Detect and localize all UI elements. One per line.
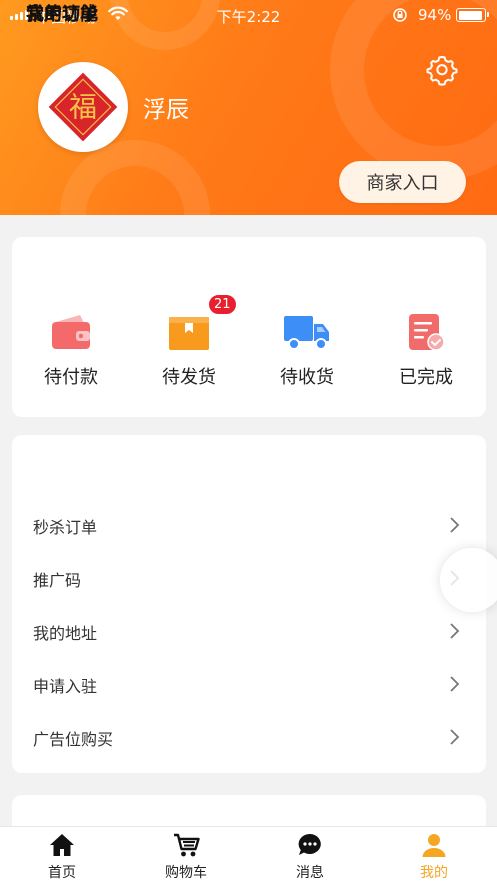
tab-me[interactable]: 我的 <box>372 827 496 883</box>
settings-gear-icon[interactable] <box>425 52 459 86</box>
truck-icon <box>284 312 329 352</box>
order-pending-payment[interactable]: 待付款 <box>16 310 126 390</box>
cart-icon <box>173 832 200 858</box>
tab-messages[interactable]: 消息 <box>248 827 372 883</box>
completed-document-icon <box>405 312 447 352</box>
wallet-icon <box>50 312 92 352</box>
chevron-right-icon <box>447 516 461 534</box>
tab-label: 购物车 <box>165 865 207 881</box>
function-item-my-address[interactable]: 我的地址 <box>12 604 486 657</box>
chevron-right-icon <box>447 728 461 746</box>
battery-percent: 94% <box>418 6 452 24</box>
function-item-flash-sale-orders[interactable]: 秒杀订单 <box>12 498 486 551</box>
order-label: 待收货 <box>280 367 334 388</box>
function-label: 秒杀订单 <box>33 518 98 537</box>
functions-title: 常用功能 <box>26 4 98 25</box>
order-pending-shipment[interactable]: 待发货 <box>134 310 244 390</box>
tab-label: 首页 <box>48 865 76 881</box>
function-item-promo-code[interactable]: 推广码 <box>12 551 486 604</box>
order-label: 待发货 <box>162 367 216 388</box>
function-label: 申请入驻 <box>33 677 98 696</box>
avatar-fu-character: 福 <box>69 90 97 123</box>
tab-label: 消息 <box>296 865 324 881</box>
order-completed[interactable]: 已完成 <box>371 310 481 390</box>
tab-label: 我的 <box>420 865 448 881</box>
function-label: 推广码 <box>33 571 82 590</box>
user-icon <box>421 832 447 858</box>
order-label: 待付款 <box>44 367 98 388</box>
chevron-right-icon <box>447 622 461 640</box>
order-label: 已完成 <box>399 367 453 388</box>
battery-icon <box>456 8 489 22</box>
function-item-ad-purchase[interactable]: 广告位购买 <box>12 710 486 763</box>
function-item-apply-to-join[interactable]: 申请入驻 <box>12 657 486 710</box>
avatar[interactable]: 福 <box>38 62 128 152</box>
username: 浮辰 <box>143 97 189 123</box>
tab-cart[interactable]: 购物车 <box>124 827 248 883</box>
chat-bubble-icon <box>297 832 323 858</box>
package-icon <box>168 312 210 352</box>
tab-home[interactable]: 首页 <box>0 827 124 883</box>
floating-assistive-button[interactable] <box>440 548 497 612</box>
bottom-tab-bar: 首页 购物车 消息 我的 <box>0 826 497 883</box>
order-pending-receipt[interactable]: 待收货 <box>252 310 362 390</box>
function-label: 广告位购买 <box>33 730 114 749</box>
chevron-right-icon <box>447 675 461 693</box>
merchant-entry-button[interactable]: 商家入口 <box>339 161 466 203</box>
profile-header: 中国移动 下午2:22 94% 福 浮辰 商家入口 <box>0 0 497 215</box>
orientation-lock-icon <box>392 7 408 27</box>
home-icon <box>49 832 75 858</box>
pending-shipment-badge: 21 <box>208 294 237 315</box>
function-label: 我的地址 <box>33 624 98 643</box>
